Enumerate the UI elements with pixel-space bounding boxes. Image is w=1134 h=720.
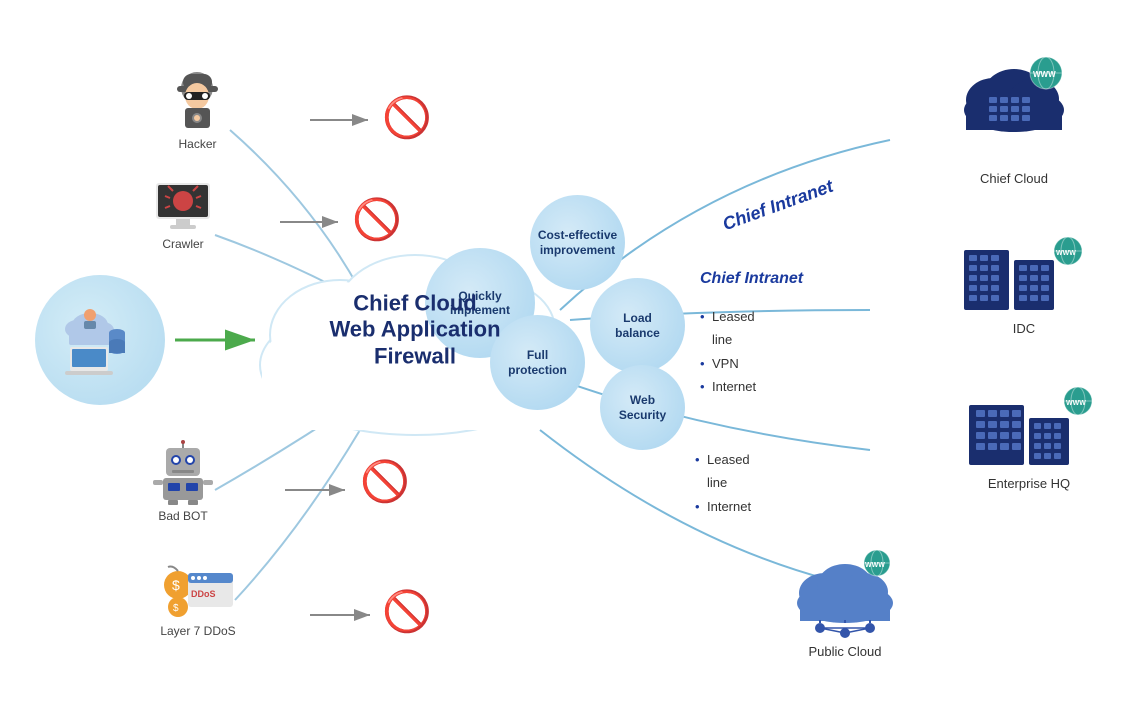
cloud-title-line1: Chief Cloud (328, 290, 503, 316)
bubble-full-protection: Fullprotection (490, 315, 585, 410)
idc-item: WWW IDC (959, 240, 1089, 336)
svg-text:WWW: WWW (1033, 70, 1056, 79)
bot-threat: Bad BOT (148, 440, 218, 523)
bot-label: Bad BOT (158, 509, 207, 523)
crawler-threat: Crawler (148, 178, 218, 251)
bubble-web-security: WebSecurity (600, 365, 685, 450)
ddos-label: Layer 7 DDoS (160, 624, 235, 638)
bubble-label: Fullprotection (508, 348, 567, 377)
bubble-load-balance: Loadbalance (590, 278, 685, 373)
enterprise-hq-item: WWW Enterprise HQ (964, 390, 1094, 491)
chief-cloud-label: Chief Cloud (980, 171, 1048, 186)
crawler-no-symbol: 🚫 (352, 200, 402, 240)
cloud-title-line2: Web Application Firewall (328, 317, 503, 370)
hacker-no-symbol: 🚫 (382, 98, 432, 138)
idc-conn-2: VPN (700, 352, 756, 375)
idc-label: IDC (1013, 321, 1035, 336)
svg-text:DDoS: DDoS (191, 589, 216, 599)
intranet-label-middle: Chief Intranet (700, 270, 803, 288)
public-cloud-label: Public Cloud (809, 644, 882, 659)
ddos-no-symbol: 🚫 (382, 592, 432, 632)
public-cloud-item: WWW Public Cloud (790, 548, 900, 659)
svg-text:$: $ (172, 577, 180, 593)
cloud-text-container: Chief Cloud Web Application Firewall (328, 290, 503, 369)
ddos-threat: $ DDoS $ Layer 7 DDoS (158, 565, 238, 638)
bot-no-symbol: 🚫 (360, 462, 410, 502)
svg-text:$: $ (173, 603, 179, 614)
idc-conn-1: Leased line (700, 305, 756, 352)
idc-conn-3: Internet (700, 375, 756, 398)
intranet-label-top: Chief Intranet (720, 176, 836, 235)
ent-conn-2: Internet (695, 495, 751, 518)
bubble-label: Cost-effectiveimprovement (538, 228, 617, 257)
ent-conn-1: Leased line (695, 448, 751, 495)
hacker-threat: Hacker (165, 68, 230, 151)
bubble-label: Loadbalance (615, 311, 660, 340)
enterprise-hq-label: Enterprise HQ (988, 476, 1070, 491)
user-circle (35, 275, 165, 405)
hacker-label: Hacker (178, 137, 216, 151)
crawler-label: Crawler (162, 237, 203, 251)
bubble-cost-effective: Cost-effectiveimprovement (530, 195, 625, 290)
chief-cloud-item: WWW Chief Cloud (954, 55, 1074, 186)
bubble-label: WebSecurity (619, 393, 666, 422)
